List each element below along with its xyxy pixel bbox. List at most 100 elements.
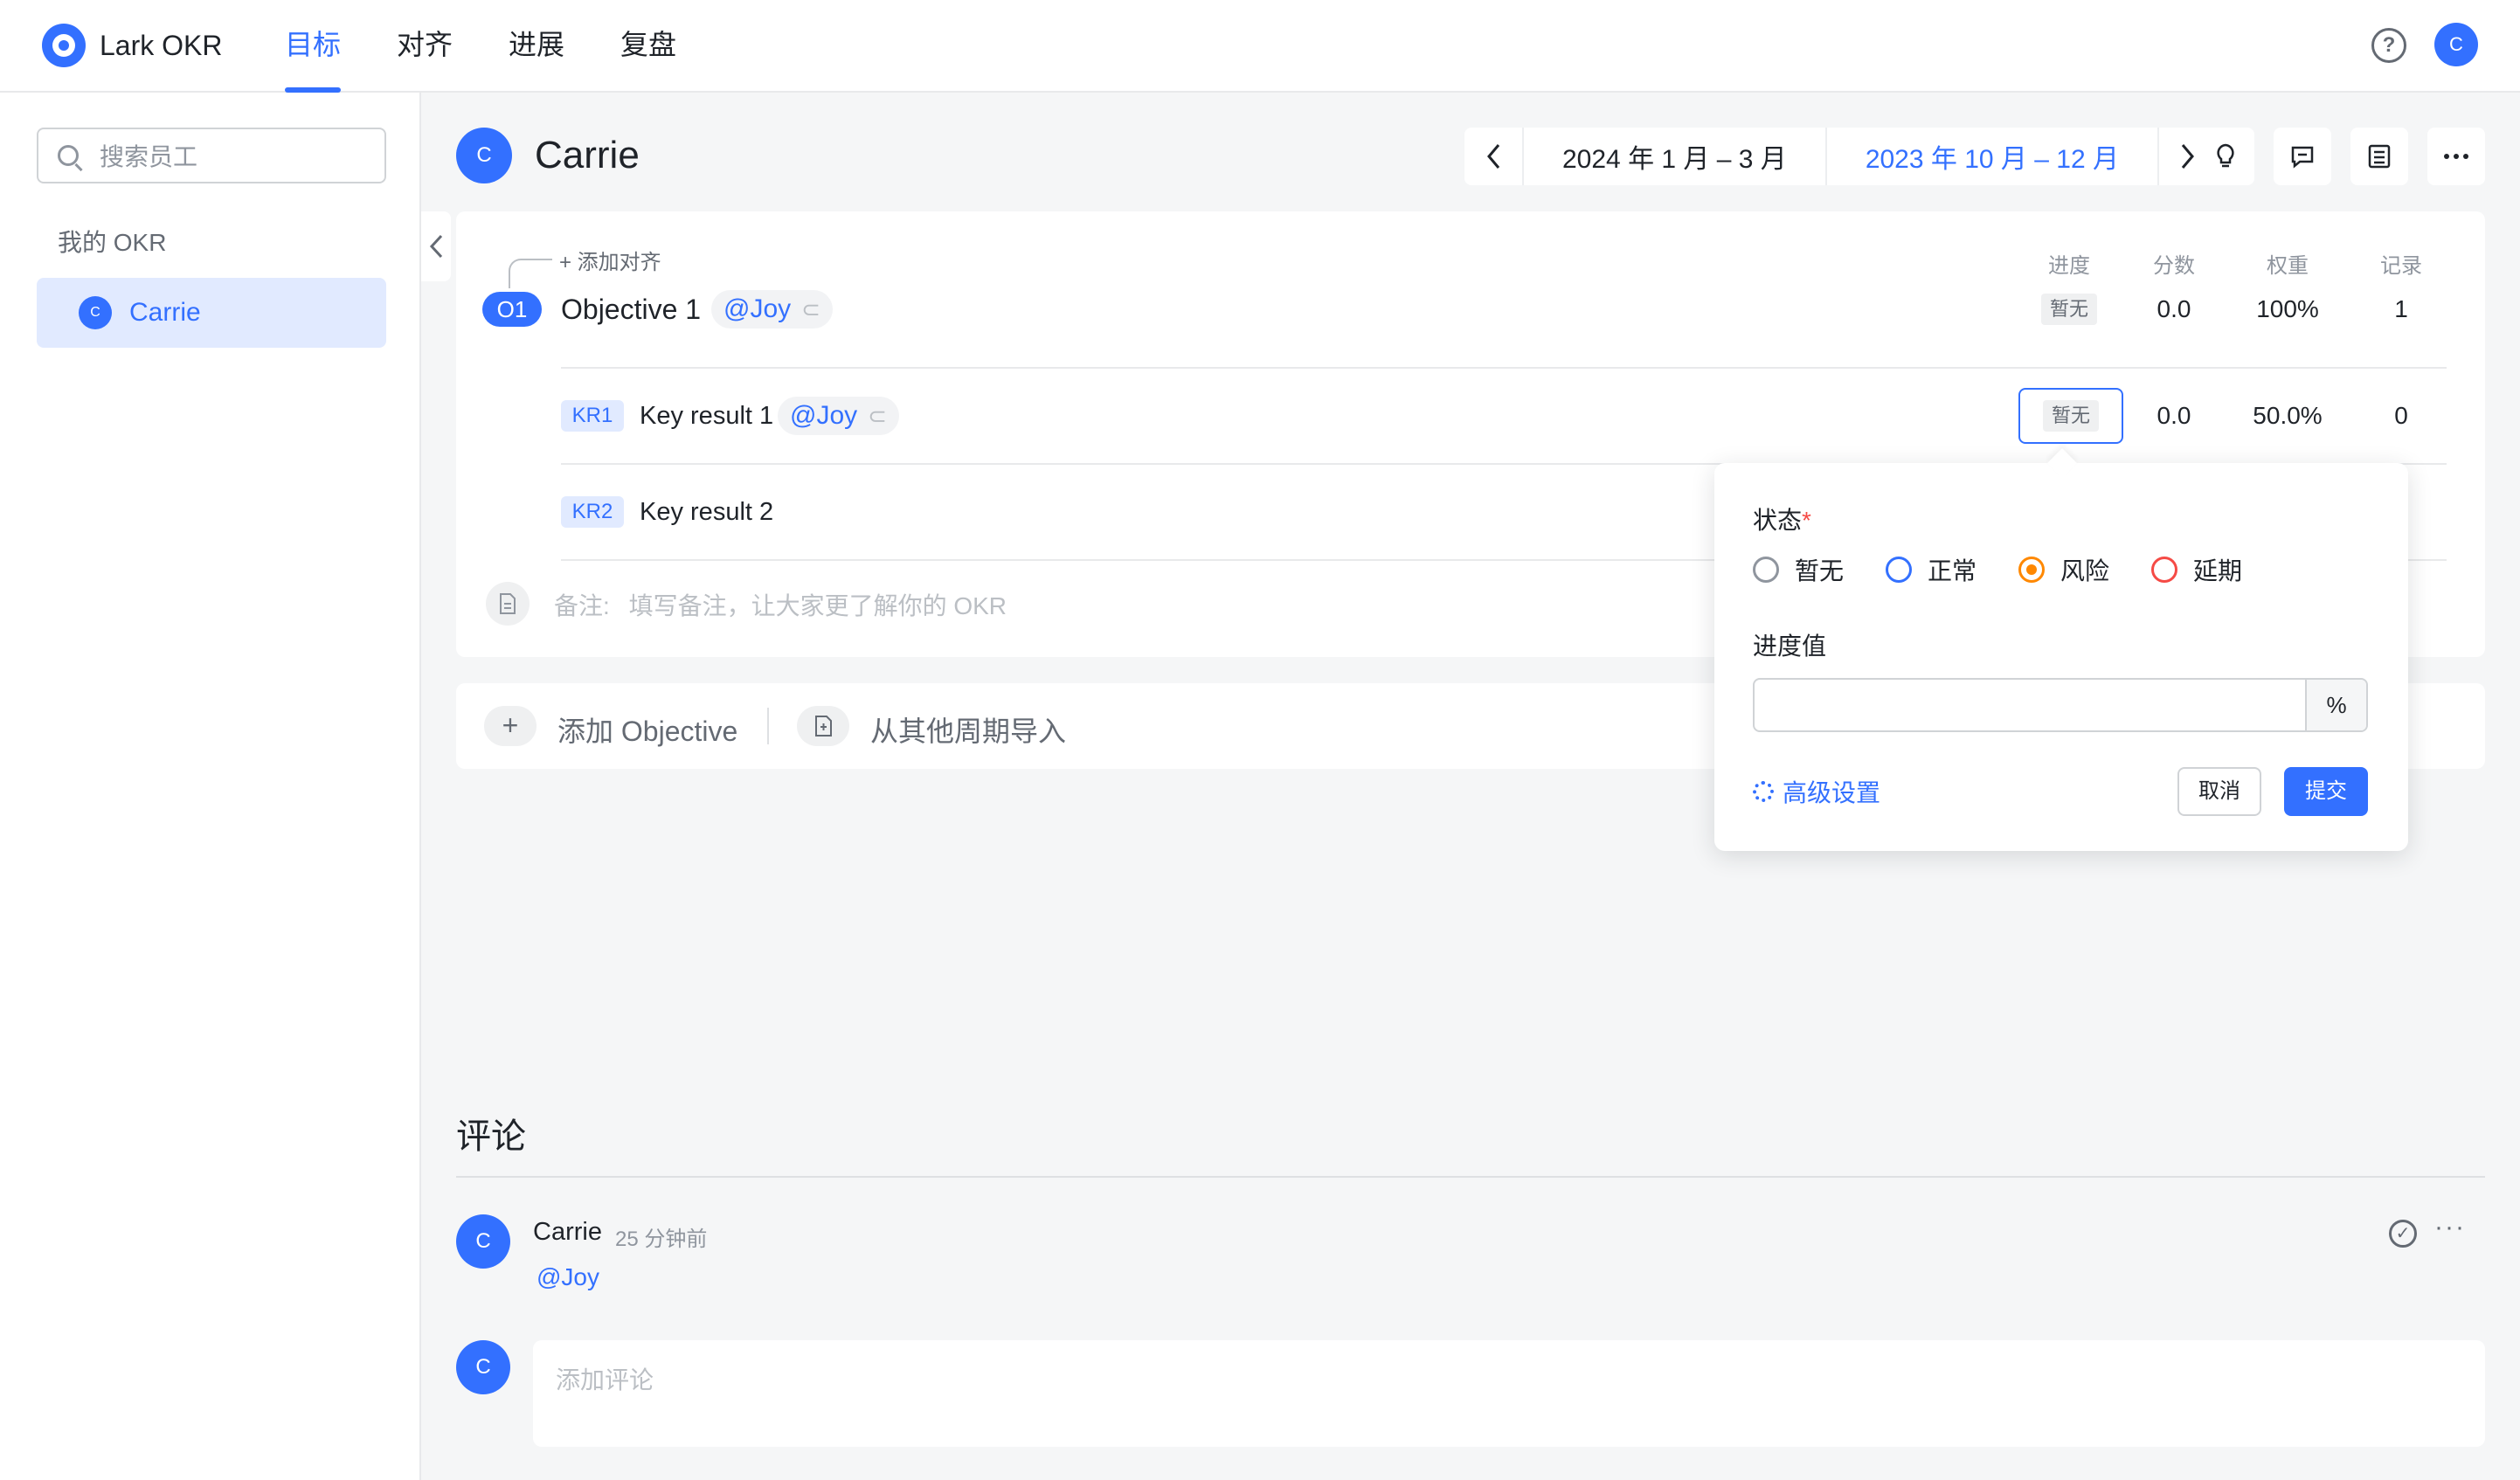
advanced-settings-link[interactable]: 高级设置 [1753, 774, 1880, 809]
period-option-current[interactable]: 2023 年 10 月 – 12 月 [1827, 128, 2159, 185]
more-button[interactable] [2427, 128, 2485, 185]
column-header-records: 记录 [2380, 254, 2422, 278]
status-label: 状态* [1753, 501, 1811, 536]
notes-icon [486, 582, 530, 626]
lightbulb-icon [2217, 143, 2234, 168]
period-option-2024-q1[interactable]: 2024 年 1 月 – 3 月 [1522, 128, 1827, 185]
objective-records[interactable]: 1 [2357, 295, 2445, 323]
radio-label: 风险 [2060, 557, 2110, 584]
status-radio-risk[interactable]: 风险 [2018, 552, 2109, 587]
search-icon [58, 145, 79, 166]
cancel-button[interactable]: 取消 [2177, 767, 2261, 816]
kr1-records[interactable]: 0 [2357, 402, 2445, 430]
list-view-button[interactable] [2350, 128, 2408, 185]
comment-button[interactable] [2274, 128, 2331, 185]
objective-title[interactable]: Objective 1 [561, 292, 701, 327]
main-nav: 目标 对齐 进展 复盘 [285, 0, 732, 93]
divider [561, 367, 2447, 369]
align-connector [509, 259, 552, 288]
search-employee-input[interactable]: 搜索员工 [37, 128, 386, 183]
chevron-left-icon [429, 234, 443, 259]
check-circle-icon[interactable]: ✓ [2389, 1220, 2417, 1248]
app-name: Lark OKR [100, 29, 223, 61]
kr2-title[interactable]: Key result 2 [640, 494, 773, 529]
status-radio-delay[interactable]: 延期 [2151, 552, 2242, 587]
notes-placeholder: 填写备注，让大家更了解你的 OKR [628, 592, 1007, 619]
page-header: C Carrie [456, 128, 640, 183]
kr1-badge: KR1 [561, 400, 624, 432]
radio-selected-icon [2018, 557, 2046, 583]
status-radio-none[interactable]: 暂无 [1753, 552, 1844, 587]
progress-value-field: % [1753, 678, 2368, 732]
add-objective-button[interactable]: 添加 Objective [557, 709, 737, 750]
comment-placeholder: 添加评论 [556, 1366, 654, 1394]
page-title: Carrie [535, 134, 640, 176]
search-placeholder: 搜索员工 [100, 143, 198, 170]
prev-period-button[interactable] [1464, 128, 1522, 185]
kr1-title[interactable]: Key result 1 [640, 398, 773, 433]
kr1-progress-status: 暂无 [2043, 400, 2099, 432]
column-header-progress: 进度 [2048, 254, 2090, 278]
progress-value-input[interactable] [1755, 680, 2305, 730]
kr2-badge: KR2 [561, 496, 624, 528]
required-mark: * [1802, 507, 1811, 534]
comments-title: 评论 [456, 1117, 526, 1156]
collapse-sidebar-button[interactable] [421, 211, 451, 281]
objective-progress-status[interactable]: 暂无 [2041, 294, 2097, 325]
comment-author[interactable]: Carrie [533, 1218, 602, 1247]
brand[interactable]: Lark OKR [42, 23, 222, 68]
avatar: C [79, 296, 112, 329]
user-avatar[interactable]: C [2434, 23, 2478, 66]
divider [456, 1176, 2485, 1178]
mention-text: @Joy [790, 401, 858, 430]
import-from-other-period-button[interactable]: 从其他周期导入 [870, 709, 1066, 750]
objective-owner-mention[interactable]: @Joy ⊂ [711, 290, 833, 329]
status-radio-normal[interactable]: 正常 [1886, 552, 1977, 587]
avatar: C [456, 1214, 510, 1269]
avatar: C [456, 128, 512, 183]
kr1-weight: 50.0% [2253, 402, 2323, 429]
period-switcher: 2024 年 1 月 – 3 月 2023 年 10 月 – 12 月 [1464, 128, 2217, 185]
status-label-text: 状态 [1753, 507, 1803, 534]
more-icon[interactable]: ··· [2434, 1213, 2466, 1242]
comment-text[interactable]: @Joy [537, 1263, 599, 1291]
radio-icon [1753, 557, 1779, 583]
nav-tab-align[interactable]: 对齐 [397, 0, 453, 93]
chevron-right-icon [2181, 144, 2194, 169]
sidebar-item-carrie[interactable]: C Carrie [37, 278, 386, 348]
top-bar: Lark OKR 目标 对齐 进展 复盘 ? C [0, 0, 2520, 93]
comment-input[interactable]: 添加评论 [533, 1340, 2485, 1447]
kr1-score: 0.0 [2157, 402, 2191, 429]
tips-button[interactable] [2197, 128, 2254, 185]
objective-score: 0.0 [2157, 295, 2191, 322]
nav-tab-progress[interactable]: 进展 [509, 0, 564, 93]
notes-field[interactable]: 备注: 填写备注，让大家更了解你的 OKR [554, 587, 1007, 622]
radio-label: 暂无 [1795, 557, 1845, 584]
help-icon[interactable]: ? [2371, 28, 2406, 63]
more-icon [2444, 154, 2468, 159]
lark-okr-logo-icon [42, 24, 86, 67]
add-align-button[interactable]: + 添加对齐 [559, 245, 661, 275]
progress-status-popover: 状态* 暂无 正常 风险 延期 进度值 % 高级设置 取消 提交 [1714, 463, 2408, 851]
status-radio-group: 暂无 正常 风险 延期 [1753, 552, 2284, 587]
submit-button[interactable]: 提交 [2284, 767, 2368, 816]
import-icon[interactable] [797, 706, 849, 746]
nav-tab-review[interactable]: 复盘 [620, 0, 676, 93]
sidebar-item-label: Carrie [129, 298, 201, 327]
comment-time: 25 分钟前 [615, 1228, 708, 1251]
radio-icon [1886, 557, 1913, 583]
radio-icon [2151, 557, 2178, 583]
objective-weight: 100% [2256, 295, 2319, 322]
comment-icon [2291, 146, 2314, 169]
plus-icon[interactable]: + [484, 706, 537, 746]
kr1-owner-mention[interactable]: @Joy ⊂ [778, 397, 899, 435]
link-icon: ⊂ [801, 296, 820, 322]
sidebar: 搜索员工 我的 OKR C Carrie [0, 93, 421, 1480]
column-header-score: 分数 [2153, 254, 2195, 278]
avatar: C [456, 1340, 510, 1394]
link-icon: ⊂ [868, 403, 887, 429]
nav-tab-goals[interactable]: 目标 [285, 0, 342, 93]
sidebar-section-my-okr: 我的 OKR [58, 229, 167, 256]
gear-icon [1753, 781, 1774, 802]
chevron-left-icon [1487, 144, 1500, 169]
